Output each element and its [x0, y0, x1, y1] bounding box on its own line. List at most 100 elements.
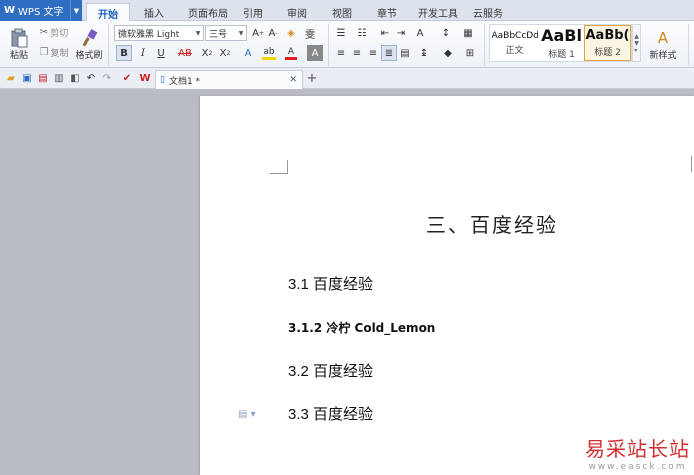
decrease-indent-icon[interactable]: ⇤: [377, 25, 393, 41]
heading-2[interactable]: 3.1 百度经验: [288, 273, 373, 294]
app-menu-button[interactable]: W WPS 文字 ▼: [0, 0, 82, 21]
paste-button[interactable]: 粘贴: [4, 24, 34, 64]
tab-references[interactable]: 引用: [236, 3, 270, 21]
paragraph-outline-icon[interactable]: ▤ ▾: [238, 409, 256, 420]
italic-icon[interactable]: I: [135, 45, 151, 61]
increase-indent-icon[interactable]: ⇥: [393, 25, 409, 41]
new-style-icon: A: [657, 28, 669, 47]
document-workspace[interactable]: 三、百度经验 3.1 百度经验 3.1.2 冷柠 Cold_Lemon 3.2 …: [0, 89, 694, 475]
align-right-icon[interactable]: ≡: [365, 45, 381, 61]
font-size-select[interactable]: 三号 ▼: [205, 25, 247, 41]
highlight-color-button[interactable]: ab: [260, 45, 278, 61]
open-folder-icon[interactable]: ▰: [4, 71, 18, 85]
grow-font-icon[interactable]: A +: [250, 25, 266, 41]
format-painter-button[interactable]: 格式刷: [74, 24, 104, 64]
wps-home-icon[interactable]: W: [138, 71, 152, 85]
heading-3[interactable]: 3.1.2 冷柠 Cold_Lemon: [288, 319, 435, 336]
style-heading-2[interactable]: AaBb( 标题 2: [584, 25, 631, 61]
app-name: WPS 文字: [18, 7, 64, 18]
tab-start[interactable]: 开始: [86, 3, 130, 22]
customize-toolbar-icon[interactable]: ✔: [120, 71, 134, 85]
close-icon[interactable]: ✕: [289, 75, 297, 85]
tab-insert[interactable]: 插入: [132, 3, 176, 21]
subscript-icon[interactable]: X2: [217, 45, 233, 61]
ribbon-separator: [328, 24, 329, 66]
chinese-layout-icon[interactable]: A: [412, 25, 428, 41]
chevron-down-icon[interactable]: ▼: [70, 0, 82, 21]
undo-icon[interactable]: ↶: [84, 71, 98, 85]
highlight-swatch: [262, 56, 276, 60]
bold-icon[interactable]: B: [116, 45, 132, 61]
print-icon[interactable]: ▥: [52, 71, 66, 85]
font-color-swatch: [285, 56, 297, 60]
export-pdf-icon[interactable]: ▤: [36, 71, 50, 85]
copy-icon: ❐: [39, 46, 49, 58]
distributed-align-icon[interactable]: ▤: [397, 45, 413, 61]
shading-bucket-icon[interactable]: ◆: [440, 45, 456, 61]
ribbon-tab-bar: W WPS 文字 ▼ 开始 插入 页面布局 引用 审阅 视图 章节 开发工具 云…: [0, 0, 694, 22]
character-shading-icon[interactable]: A: [307, 45, 323, 61]
table-grid-icon[interactable]: ▦: [460, 25, 476, 41]
font-color-button[interactable]: A: [284, 45, 298, 61]
align-left-icon[interactable]: ≡: [333, 45, 349, 61]
heading-2[interactable]: 3.2 百度经验: [288, 360, 373, 381]
justify-icon[interactable]: ≣: [381, 45, 397, 61]
font-name-select[interactable]: 微软雅黑 Light ▼: [114, 25, 204, 41]
bullet-list-icon[interactable]: ☰: [333, 25, 349, 41]
watermark-url: www.easck.com: [588, 462, 687, 472]
print-preview-icon[interactable]: ◧: [68, 71, 82, 85]
underline-icon[interactable]: U: [153, 45, 169, 61]
watermark: 易采站长站 www.easck.com: [585, 433, 690, 472]
tab-chapter[interactable]: 章节: [370, 3, 404, 21]
style-sample: AaBbCcDd: [491, 30, 538, 41]
save-icon[interactable]: ▣: [20, 71, 34, 85]
line-spacing-icon[interactable]: ↨: [416, 45, 432, 61]
ribbon-separator: [484, 24, 485, 66]
tab-developer[interactable]: 开发工具: [413, 3, 463, 21]
superscript-icon[interactable]: X2: [199, 45, 215, 61]
paintbrush-icon: [78, 28, 100, 48]
sort-icon[interactable]: ↕: [438, 25, 454, 41]
paste-label: 粘贴: [9, 50, 28, 61]
ribbon: 粘贴 ✂ 剪切 ❐ 复制 格式刷 微软雅黑 Light ▼ 三号 ▼ A + A-…: [0, 21, 694, 68]
strikethrough-icon[interactable]: AB: [175, 45, 195, 61]
style-name: 标题 1: [548, 50, 575, 60]
wps-logo-icon: W: [4, 5, 16, 16]
ribbon-separator: [108, 24, 109, 66]
borders-icon[interactable]: ⊞: [462, 45, 478, 61]
font-size-value: 三号: [209, 29, 228, 40]
style-heading-1[interactable]: AaBl 标题 1: [538, 25, 585, 61]
tab-view[interactable]: 视图: [325, 3, 359, 21]
tab-page-layout[interactable]: 页面布局: [180, 3, 236, 21]
scissors-icon: ✂: [39, 26, 49, 38]
align-center-icon[interactable]: ≡: [349, 45, 365, 61]
text-effect-icon[interactable]: A: [240, 45, 256, 61]
shrink-font-icon[interactable]: A-: [265, 25, 281, 41]
copy-button[interactable]: ❐ 复制: [36, 45, 72, 59]
crop-mark-top-left: [270, 160, 288, 174]
style-sample: AaBb(: [585, 28, 630, 43]
heading-2[interactable]: 3.3 百度经验: [288, 403, 373, 424]
style-normal[interactable]: AaBbCcDd 正文: [491, 25, 538, 61]
watermark-title: 易采站长站: [585, 437, 690, 461]
document-title[interactable]: 三、百度经验: [200, 209, 694, 238]
style-name: 正文: [505, 45, 524, 56]
new-style-label: 新样式: [649, 50, 677, 61]
tab-cloud[interactable]: 云服务: [466, 3, 510, 21]
font-color-icon: A: [287, 46, 295, 57]
new-style-button[interactable]: A 新样式: [645, 24, 681, 64]
style-gallery: AaBbCcDd 正文 AaBl 标题 1 AaBb( 标题 2: [489, 24, 632, 62]
style-name: 标题 2: [594, 48, 621, 58]
numbered-list-icon[interactable]: ☷: [354, 25, 370, 41]
ribbon-separator: [688, 24, 689, 66]
clear-format-icon[interactable]: ◈: [283, 25, 299, 41]
phonetic-guide-icon[interactable]: 雯: [302, 25, 318, 41]
new-tab-icon[interactable]: +: [305, 71, 319, 86]
tab-review[interactable]: 审阅: [280, 3, 314, 21]
cut-button[interactable]: ✂ 剪切: [36, 25, 72, 39]
document-page[interactable]: 三、百度经验 3.1 百度经验 3.1.2 冷柠 Cold_Lemon 3.2 …: [200, 96, 694, 475]
redo-icon[interactable]: ↷: [100, 71, 114, 85]
quick-access-bar: ▰ ▣ ▤ ▥ ◧ ↶ ↷ ✔ W ▯ 文档1 * ✕ +: [0, 68, 694, 89]
document-tab[interactable]: ▯ 文档1 * ✕: [155, 70, 303, 89]
style-gallery-scroll[interactable]: ▲ ▼ ▾: [632, 24, 641, 62]
